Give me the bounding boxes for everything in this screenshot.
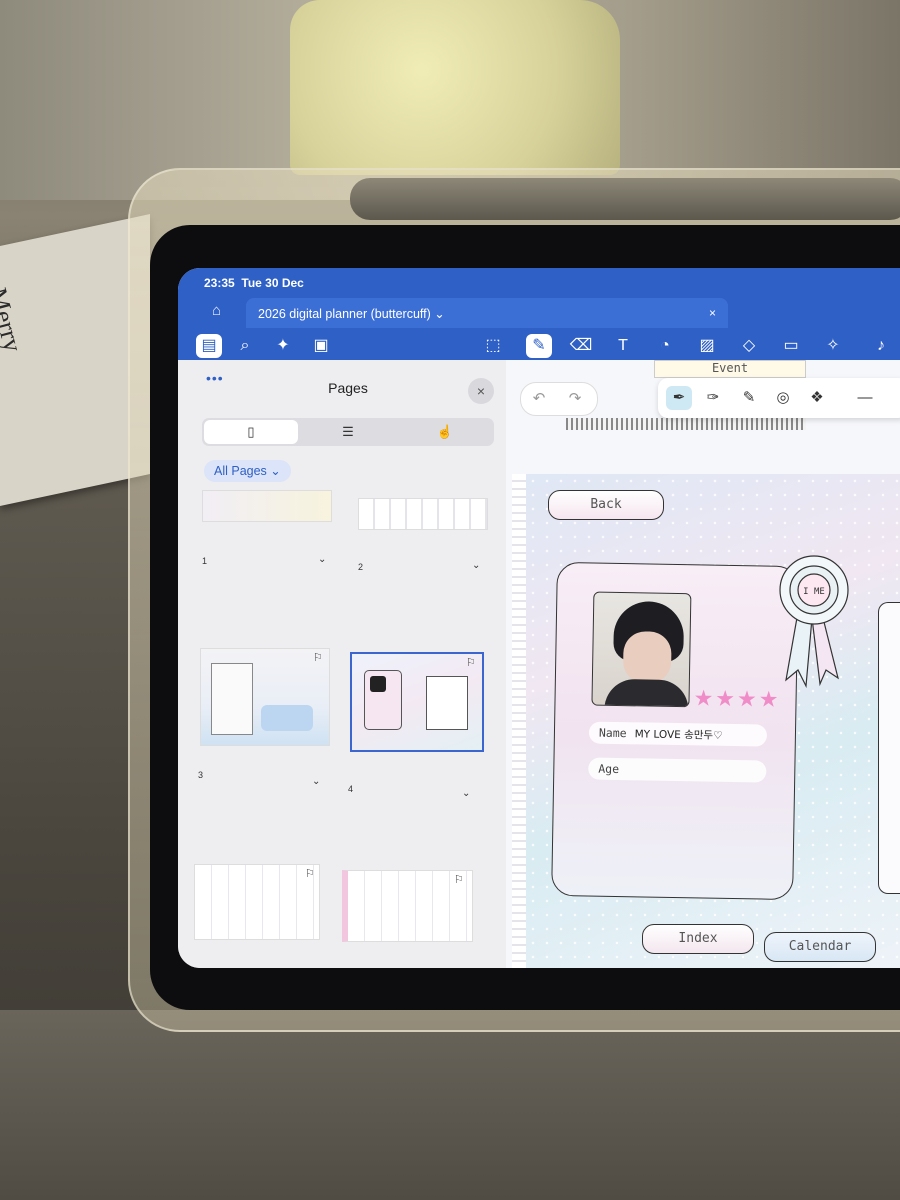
profile-card: ★★★★ Name MY LOVE 송만두♡ Age (551, 561, 799, 901)
close-sidebar-icon[interactable]: × (468, 378, 494, 404)
document-tab[interactable]: 2026 digital planner (buttercuff) ⌄ × (246, 298, 728, 328)
pen-options-toolbar: ✒ ✑ ✎ ◎ ❖ — (658, 378, 900, 418)
chevron-down-icon[interactable]: ⌄ (472, 560, 480, 571)
lace-border (512, 474, 526, 968)
gesture-view-icon[interactable]: ☝ (398, 418, 492, 446)
rosette-sticker: I ME (779, 555, 849, 689)
pen-settings-icon[interactable]: ❖ (804, 386, 830, 410)
name-label: Name (598, 725, 627, 741)
chevron-down-icon: ⌄ (434, 307, 445, 321)
status-bar: 23:35 Tue 30 Dec (204, 276, 304, 290)
name-value: MY LOVE 송만두♡ (634, 728, 723, 742)
background-cloth (290, 0, 620, 175)
brush-pen-icon[interactable]: ✎ (736, 386, 762, 410)
list-panel-mini (426, 676, 468, 730)
undo-icon[interactable]: ↶ (521, 383, 557, 415)
outline-view-icon[interactable]: ☰ (301, 418, 395, 446)
tablet-screen: 23:35 Tue 30 Dec ⌂ 2026 digital planner … (178, 268, 900, 968)
planner-page[interactable]: Back ★★★★ Name MY LOVE 송만두♡ Age I ME Ind… (512, 474, 900, 968)
page-thumbnail-3[interactable]: ⚐ (200, 648, 330, 746)
page-thumbnail-1[interactable] (202, 490, 332, 522)
rating-stars: ★★★★ (693, 685, 781, 712)
shapes-icon[interactable]: ◇ (736, 334, 762, 358)
sidebar-toggle-icon[interactable]: ▤ (196, 334, 222, 358)
ball-pen-icon[interactable]: ✑ (700, 386, 726, 410)
photo-face (622, 631, 672, 684)
lasso-icon[interactable]: ⬚ (480, 334, 506, 358)
spiral-binding (566, 418, 806, 430)
bookmark-icon[interactable]: ⚐ (466, 656, 476, 669)
home-icon[interactable]: ⌂ (212, 302, 221, 319)
main-toolbar: ▤ ⌕ ✦ ▣ ⬚ ✎ ⌫ T ◔ ▨ ◇ ▭ ✧ ♪ (178, 330, 900, 360)
chevron-down-icon: ⌄ (270, 464, 281, 478)
image-icon[interactable]: ▨ (694, 334, 720, 358)
chevron-down-icon[interactable]: ⌄ (462, 788, 470, 799)
close-tab-icon[interactable]: × (709, 306, 716, 320)
text-tool-icon[interactable]: T (610, 334, 636, 358)
pen-tool-icon[interactable]: ✎ (526, 334, 552, 358)
index-button[interactable]: Index (642, 924, 754, 954)
undo-redo-control: ↶ ↷ (520, 382, 598, 416)
document-icon[interactable]: ▣ (308, 334, 334, 358)
laser-pointer-icon[interactable]: ✧ (820, 334, 846, 358)
page-number: 3 (198, 770, 204, 780)
redo-icon[interactable]: ↷ (557, 383, 593, 415)
bookmark-icon[interactable]: ⚐ (313, 651, 323, 664)
status-time: 23:35 (204, 276, 235, 290)
fountain-pen-icon[interactable]: ✒ (666, 386, 692, 410)
microphone-icon[interactable]: ♪ (868, 334, 894, 358)
sofa-illustration (261, 705, 313, 731)
profile-photo (591, 591, 692, 708)
tab-title: 2026 digital planner (buttercuff) ⌄ (258, 307, 445, 321)
name-field[interactable]: Name MY LOVE 송만두♡ (588, 721, 768, 747)
planner-canvas[interactable]: Event ↶ ↷ ✒ ✑ ✎ ◎ ❖ — Back ★★★★ Name MY … (506, 360, 900, 968)
back-button[interactable]: Back (548, 490, 664, 520)
status-date: Tue 30 Dec (241, 276, 304, 290)
chevron-down-icon[interactable]: ⌄ (318, 554, 326, 565)
rosette-text: I ME (803, 587, 825, 597)
all-pages-filter[interactable]: All Pages ⌄ (204, 460, 291, 482)
page-number: 4 (348, 784, 354, 794)
search-icon[interactable]: ⌕ (232, 334, 258, 358)
photo-mini (370, 676, 386, 692)
stroke-width-icon[interactable]: — (852, 386, 878, 410)
bookmark-icon[interactable]: ⚐ (305, 867, 315, 880)
background-table (0, 1010, 900, 1200)
sticky-note-icon[interactable]: ▭ (778, 334, 804, 358)
shape-recognition-icon[interactable]: ◎ (770, 386, 796, 410)
page-view-icon[interactable]: ▯ (204, 420, 298, 444)
photo-shirt (604, 678, 689, 708)
page-thumbnail-4[interactable]: ⚐ (350, 652, 484, 752)
view-segmented-control: ▯ ☰ ☝ (202, 418, 494, 446)
calendar-button[interactable]: Calendar (764, 932, 876, 962)
stylus-pencil (350, 178, 900, 220)
pages-sidebar: ••• Pages × ▯ ☰ ☝ All Pages ⌄ 1 ⌄ 2 ⌄ ⚐ … (178, 360, 507, 968)
page-number: 2 (358, 562, 364, 572)
age-field[interactable]: Age (588, 757, 767, 783)
ai-assistant-icon[interactable]: ✦ (270, 334, 296, 358)
sticker-icon[interactable]: ◔ (652, 334, 678, 358)
page-thumbnail-5[interactable]: ⚐ (194, 864, 320, 940)
app-topbar: 23:35 Tue 30 Dec ⌂ 2026 digital planner … (178, 268, 900, 360)
bookmark-icon[interactable]: ⚐ (454, 873, 464, 886)
page-thumbnail-6[interactable]: ⚐ (342, 870, 473, 942)
age-label: Age (598, 761, 620, 777)
event-label: Event (654, 360, 806, 378)
page-number: 1 (202, 556, 208, 566)
eraser-icon[interactable]: ⌫ (568, 334, 594, 358)
sidebar-title: Pages (328, 380, 368, 396)
page-thumbnail-2[interactable] (358, 498, 488, 530)
shelf-illustration (211, 663, 253, 735)
chevron-down-icon[interactable]: ⌄ (312, 776, 320, 787)
side-panel-edge (878, 602, 900, 894)
